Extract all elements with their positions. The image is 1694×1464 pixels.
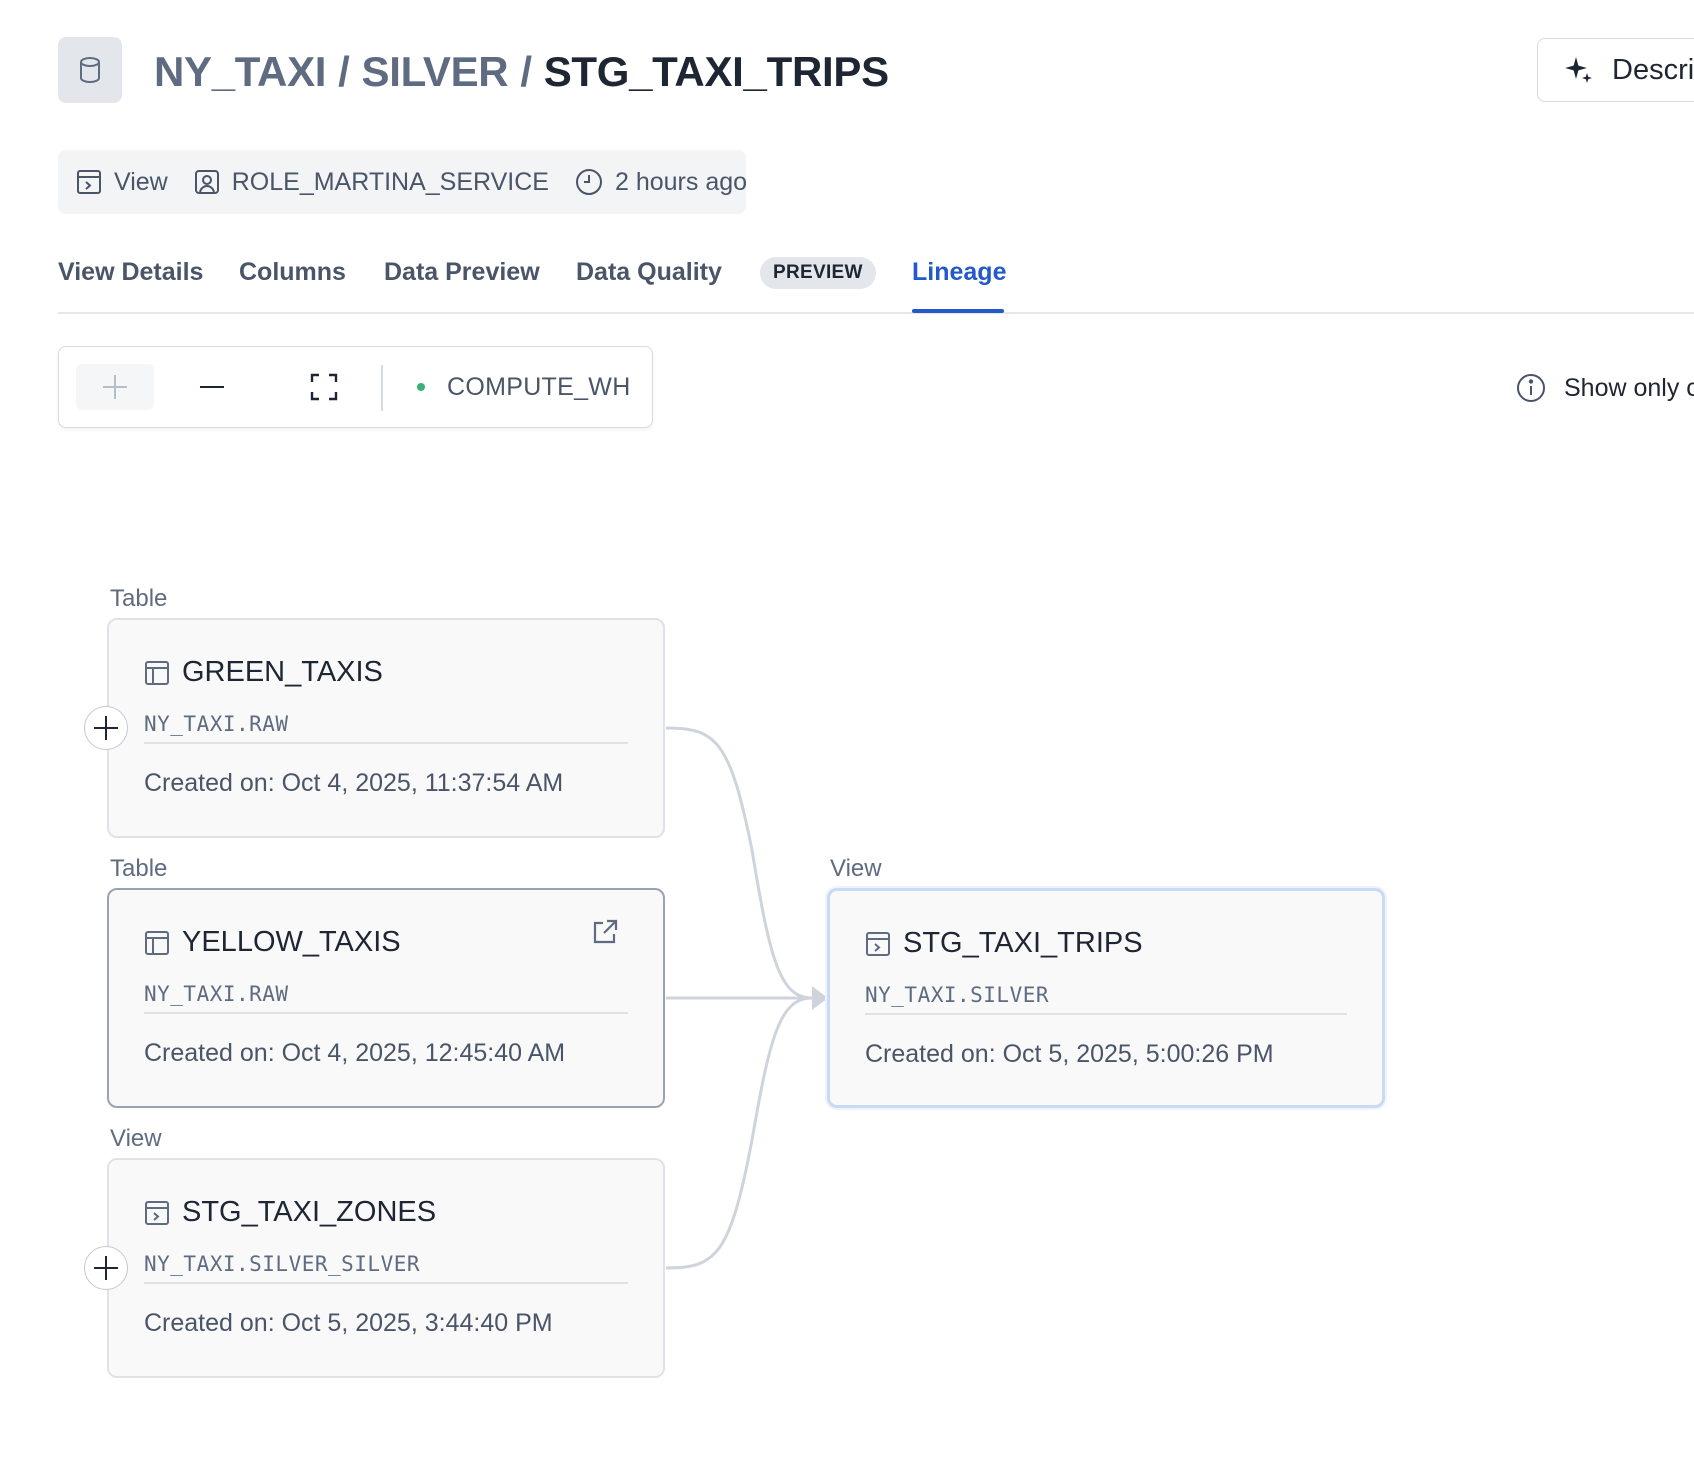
user-badge-icon — [194, 170, 219, 194]
node-name: STG_TAXI_TRIPS — [903, 927, 1143, 959]
table-icon — [145, 660, 169, 685]
edge-stg-taxi-zones — [665, 996, 813, 1270]
lineage-node-yellow-taxis[interactable]: YELLOW_TAXIS NY_TAXI.RAW Created on: Oct… — [107, 888, 665, 1108]
node-type-label: Table — [110, 855, 168, 882]
breadcrumb-database[interactable]: NY_TAXI — [154, 48, 326, 96]
plus-icon — [94, 1256, 118, 1280]
database-badge — [58, 37, 122, 103]
warehouse-status-dot — [417, 383, 425, 391]
expand-upstream-button[interactable] — [84, 1246, 128, 1290]
node-created: Created on: Oct 4, 2025, 12:45:40 AM — [144, 1039, 566, 1067]
tab-divider — [58, 312, 1694, 314]
sparkle-icon — [1565, 57, 1592, 83]
node-divider — [144, 1012, 628, 1014]
breadcrumb-separator: / — [520, 48, 532, 95]
node-type-label: View — [110, 1125, 162, 1152]
node-name: STG_TAXI_ZONES — [182, 1196, 437, 1228]
tab-bar: View Details Columns Data Preview Data Q… — [58, 248, 1058, 314]
node-divider — [865, 1013, 1347, 1015]
node-type-label: Table — [110, 585, 168, 612]
minus-icon — [200, 386, 224, 388]
info-icon — [1517, 374, 1545, 402]
lineage-node-stg-taxi-zones[interactable]: STG_TAXI_ZONES NY_TAXI.SILVER_SILVER Cre… — [107, 1158, 665, 1378]
warehouse-selector[interactable]: COMPUTE_WH — [417, 347, 631, 427]
fit-view-button[interactable] — [285, 364, 363, 410]
table-icon — [145, 930, 169, 955]
node-name: YELLOW_TAXIS — [182, 926, 401, 958]
node-path: NY_TAXI.RAW — [144, 982, 289, 1006]
preview-badge: PREVIEW — [760, 257, 876, 289]
node-path: NY_TAXI.SILVER — [865, 983, 1050, 1007]
node-path: NY_TAXI.SILVER_SILVER — [144, 1252, 421, 1276]
node-created: Created on: Oct 4, 2025, 11:37:54 AM — [144, 769, 564, 797]
describe-button-label: Descri — [1612, 53, 1694, 86]
node-created: Created on: Oct 5, 2025, 3:44:40 PM — [144, 1309, 553, 1337]
node-divider — [144, 742, 628, 744]
view-icon — [77, 170, 101, 194]
zoom-in-button[interactable] — [76, 364, 154, 410]
toolbar-divider — [381, 365, 383, 411]
describe-button[interactable]: Descri — [1537, 38, 1694, 102]
object-type-label: View — [114, 167, 168, 196]
breadcrumb-schema[interactable]: SILVER — [362, 48, 509, 96]
plus-icon — [103, 375, 127, 399]
tab-columns[interactable]: Columns — [239, 258, 346, 287]
node-type-label: View — [830, 855, 882, 882]
object-type: View — [76, 168, 168, 197]
tab-view-details[interactable]: View Details — [58, 258, 203, 287]
breadcrumb: NY_TAXI / SILVER / STG_TAXI_TRIPS — [154, 42, 889, 102]
tab-data-quality[interactable]: Data Quality — [576, 258, 722, 287]
last-modified: 2 hours ago — [575, 168, 747, 197]
last-modified-label: 2 hours ago — [615, 167, 748, 196]
lineage-toolbar: COMPUTE_WH — [58, 346, 653, 428]
lineage-node-stg-taxi-trips[interactable]: STG_TAXI_TRIPS NY_TAXI.SILVER Created on… — [827, 888, 1385, 1108]
view-icon — [145, 1200, 169, 1225]
node-created: Created on: Oct 5, 2025, 5:00:26 PM — [865, 1040, 1274, 1068]
lineage-node-green-taxis[interactable]: GREEN_TAXIS NY_TAXI.RAW Created on: Oct … — [107, 618, 665, 838]
fullscreen-icon — [310, 373, 338, 401]
warehouse-name: COMPUTE_WH — [447, 372, 631, 401]
owner-role: ROLE_MARTINA_SERVICE — [194, 168, 549, 197]
tab-lineage[interactable]: Lineage — [912, 258, 1006, 287]
node-path: NY_TAXI.RAW — [144, 712, 289, 736]
show-only-label: Show only c — [1564, 373, 1694, 402]
view-icon — [866, 931, 890, 956]
expand-upstream-button[interactable] — [84, 706, 128, 750]
page-title: STG_TAXI_TRIPS — [543, 48, 889, 95]
plus-icon — [94, 716, 118, 740]
active-tab-indicator — [912, 309, 1004, 313]
edge-green-taxis — [665, 726, 813, 1000]
show-only-toggle[interactable]: Show only c — [1516, 366, 1694, 410]
node-divider — [144, 1282, 628, 1284]
zoom-out-button[interactable] — [173, 364, 251, 410]
node-name: GREEN_TAXIS — [182, 656, 383, 688]
tab-data-preview[interactable]: Data Preview — [384, 258, 540, 287]
database-icon — [80, 57, 100, 84]
object-meta-bar: View ROLE_MARTINA_SERVICE 2 hours ago — [58, 150, 747, 214]
clock-icon — [576, 169, 602, 195]
open-external-icon[interactable] — [591, 918, 619, 951]
breadcrumb-separator: / — [338, 48, 350, 95]
edge-arrowhead — [812, 986, 828, 1010]
owner-role-label: ROLE_MARTINA_SERVICE — [231, 167, 549, 196]
